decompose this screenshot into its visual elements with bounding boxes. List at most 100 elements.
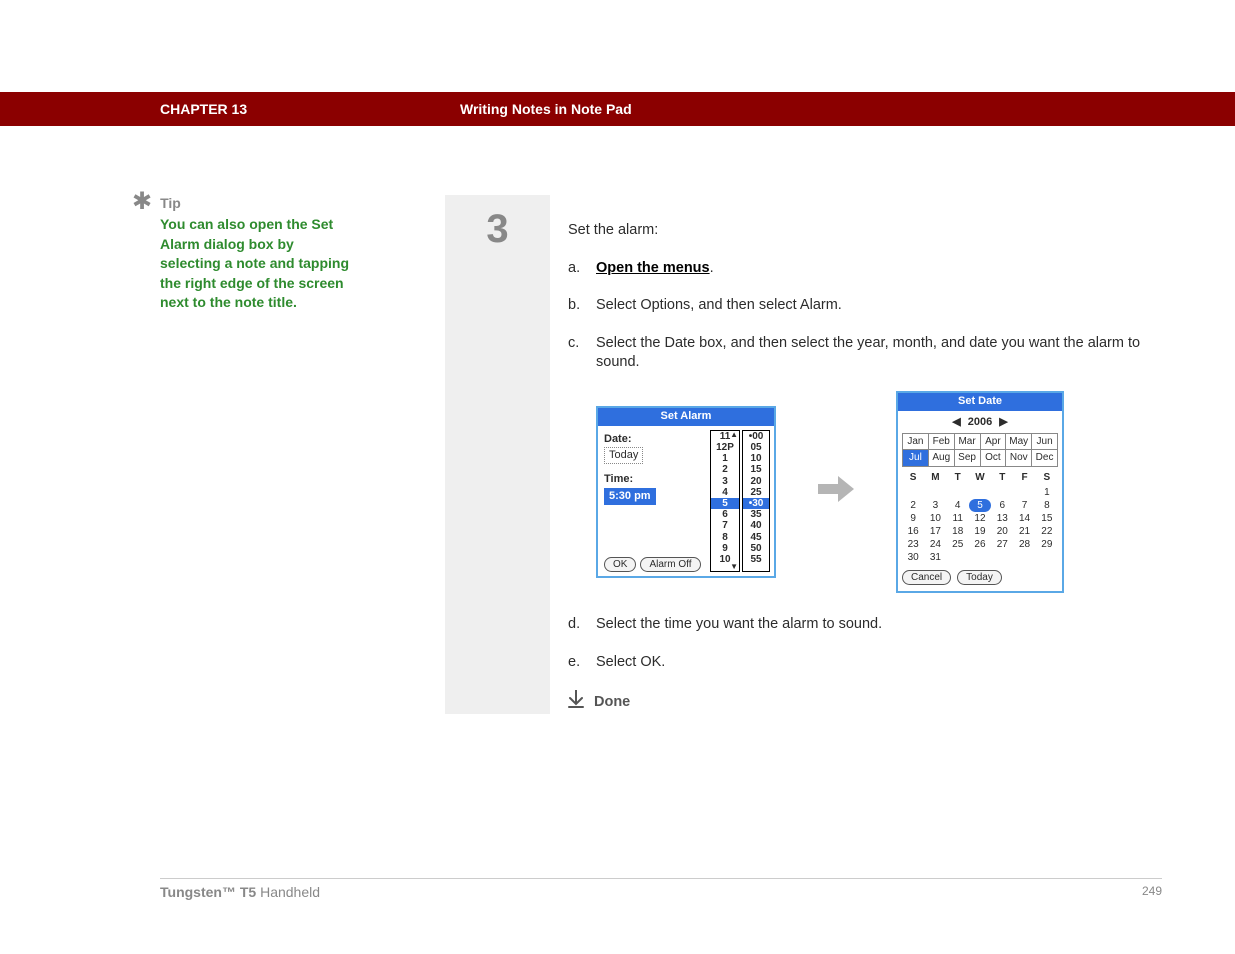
hour-cell[interactable]: 2	[711, 464, 739, 475]
day-cell[interactable]: 14	[1013, 512, 1035, 525]
set-date-title: Set Date	[898, 393, 1062, 411]
day-cell[interactable]: 25	[947, 538, 969, 551]
hour-cell[interactable]: 12P	[711, 442, 739, 453]
day-cell[interactable]: 26	[969, 538, 991, 551]
day-cell[interactable]: 5	[969, 499, 991, 512]
day-cell[interactable]: 20	[991, 525, 1013, 538]
day-cell[interactable]: 13	[991, 512, 1013, 525]
day-cell[interactable]: 15	[1036, 512, 1058, 525]
dow-row: SMTWTFS	[902, 471, 1058, 485]
hour-cell[interactable]: 6	[711, 509, 739, 520]
day-cell[interactable]: 27	[991, 538, 1013, 551]
month-cell[interactable]: Jan	[903, 434, 929, 451]
hour-cell[interactable]: 7	[711, 520, 739, 531]
substep-c: c. Select the Date box, and then select …	[568, 334, 1145, 373]
day-cell[interactable]: 22	[1036, 525, 1058, 538]
date-box[interactable]: Today	[604, 447, 643, 464]
step-sublist-2: d. Select the time you want the alarm to…	[568, 615, 1145, 672]
year-prev-icon[interactable]: ◀	[948, 416, 964, 428]
day-cell	[991, 486, 1013, 499]
month-cell[interactable]: Nov	[1006, 450, 1032, 467]
tip-sidebar: ✱ Tip You can also open the Set Alarm di…	[132, 195, 357, 313]
hour-cell[interactable]: 8	[711, 532, 739, 543]
month-cell[interactable]: Jun	[1032, 434, 1058, 451]
day-cell[interactable]: 21	[1013, 525, 1035, 538]
minute-cell[interactable]: 35	[743, 509, 769, 520]
month-cell[interactable]: Feb	[929, 434, 955, 451]
hour-cell[interactable]: 4	[711, 487, 739, 498]
day-cell[interactable]: 19	[969, 525, 991, 538]
step-number-column: 3	[445, 195, 550, 714]
day-cell[interactable]: 8	[1036, 499, 1058, 512]
substep-d: d. Select the time you want the alarm to…	[568, 615, 1145, 635]
month-cell[interactable]: Mar	[955, 434, 981, 451]
month-cell[interactable]: Apr	[981, 434, 1007, 451]
dow-cell: M	[924, 471, 946, 485]
minute-cell[interactable]: 15	[743, 464, 769, 475]
cancel-button[interactable]: Cancel	[902, 570, 951, 585]
minute-spinner[interactable]: •000510152025•303540455055	[742, 430, 770, 572]
set-alarm-dialog: Set Alarm Date: Today Time: 5:30 pm OK A…	[596, 406, 776, 578]
year-next-icon[interactable]: ▶	[995, 416, 1011, 428]
day-cell[interactable]: 29	[1036, 538, 1058, 551]
time-value[interactable]: 5:30 pm	[604, 488, 656, 505]
hour-down-icon[interactable]: ▼	[730, 563, 738, 571]
month-cell[interactable]: Sep	[955, 450, 981, 467]
day-cell[interactable]: 30	[902, 551, 924, 564]
day-cell[interactable]: 12	[969, 512, 991, 525]
tip-asterisk-icon: ✱	[132, 193, 152, 211]
minute-cell[interactable]: •30	[743, 498, 769, 509]
minute-cell[interactable]: 25	[743, 487, 769, 498]
today-button[interactable]: Today	[957, 570, 1002, 585]
day-cell[interactable]: 24	[924, 538, 946, 551]
ok-button[interactable]: OK	[604, 557, 636, 572]
day-cell[interactable]: 16	[902, 525, 924, 538]
day-cell	[1013, 551, 1035, 564]
minute-cell[interactable]: •00	[743, 431, 769, 442]
hour-spinner[interactable]: ▲ ▼ 1112P12345678910	[710, 430, 740, 572]
day-cell[interactable]: 10	[924, 512, 946, 525]
hour-cell[interactable]: 1	[711, 453, 739, 464]
day-cell[interactable]: 9	[902, 512, 924, 525]
day-cell[interactable]: 18	[947, 525, 969, 538]
hour-cell[interactable]: 3	[711, 476, 739, 487]
day-cell[interactable]: 28	[1013, 538, 1035, 551]
minute-cell[interactable]: 50	[743, 543, 769, 554]
open-menus-link[interactable]: Open the menus	[596, 260, 710, 276]
month-grid: JanFebMarAprMayJun JulAugSepOctNovDec	[902, 433, 1058, 467]
day-cell	[969, 551, 991, 564]
minute-cell[interactable]: 20	[743, 476, 769, 487]
day-cell[interactable]: 23	[902, 538, 924, 551]
minute-cell[interactable]: 40	[743, 520, 769, 531]
hour-cell[interactable]: 9	[711, 543, 739, 554]
day-cell[interactable]: 3	[924, 499, 946, 512]
day-cell	[947, 551, 969, 564]
day-cell[interactable]: 4	[947, 499, 969, 512]
dow-cell: S	[1036, 471, 1058, 485]
day-cell	[969, 486, 991, 499]
month-cell[interactable]: Dec	[1032, 450, 1058, 467]
minute-cell[interactable]: 55	[743, 554, 769, 565]
calendar-body: 1234567891011121314151617181920212223242…	[902, 486, 1058, 564]
time-label: Time:	[604, 472, 704, 487]
minute-cell[interactable]: 05	[743, 442, 769, 453]
day-cell[interactable]: 7	[1013, 499, 1035, 512]
minute-cell[interactable]: 10	[743, 453, 769, 464]
day-cell[interactable]: 11	[947, 512, 969, 525]
day-cell[interactable]: 17	[924, 525, 946, 538]
arrow-right-icon	[818, 474, 854, 511]
minute-cell[interactable]: 45	[743, 532, 769, 543]
month-cell[interactable]: May	[1006, 434, 1032, 451]
day-cell[interactable]: 2	[902, 499, 924, 512]
alarm-off-button[interactable]: Alarm Off	[640, 557, 700, 572]
month-cell[interactable]: Oct	[981, 450, 1007, 467]
hour-up-icon[interactable]: ▲	[730, 431, 738, 439]
month-cell[interactable]: Aug	[929, 450, 955, 467]
page-number: 249	[1142, 884, 1162, 898]
day-cell[interactable]: 6	[991, 499, 1013, 512]
hour-cell[interactable]: 5	[711, 498, 739, 509]
dow-cell: F	[1013, 471, 1035, 485]
day-cell[interactable]: 1	[1036, 486, 1058, 499]
day-cell[interactable]: 31	[924, 551, 946, 564]
month-cell[interactable]: Jul	[903, 450, 929, 467]
